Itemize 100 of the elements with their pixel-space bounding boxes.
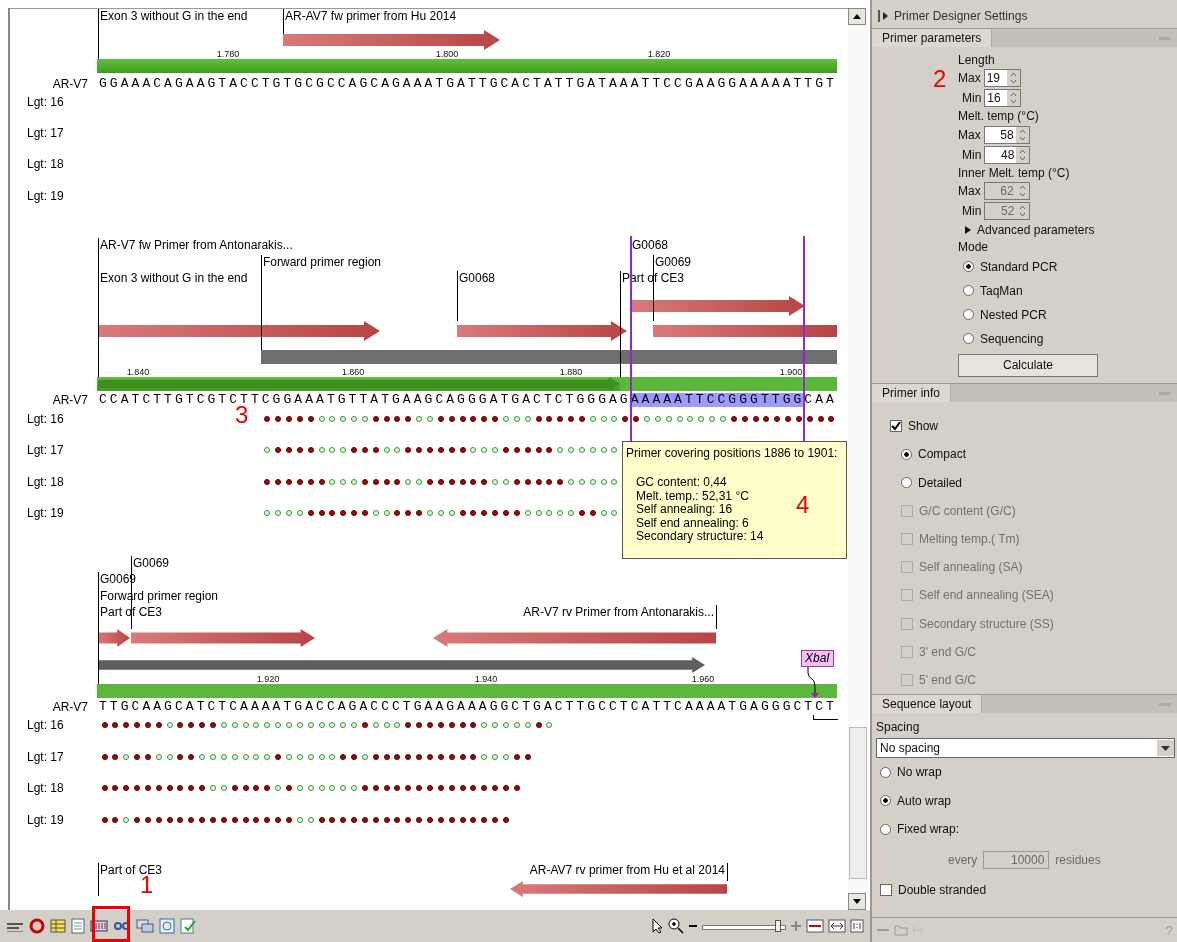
primer-dot[interactable] [101, 817, 108, 823]
feature-label[interactable]: G0068 [632, 238, 669, 252]
primer-dot[interactable] [557, 510, 564, 516]
primer-dot[interactable] [502, 785, 509, 791]
spinner-icon[interactable] [1016, 146, 1030, 163]
primer-dot[interactable] [633, 416, 640, 422]
primer-dot[interactable] [502, 754, 509, 760]
primer-dot[interactable] [188, 817, 195, 823]
primer-dot[interactable] [416, 722, 423, 728]
primer-dot[interactable] [513, 785, 520, 791]
section-tab[interactable]: Primer parameters [872, 29, 993, 47]
primer-dot[interactable] [437, 817, 444, 823]
primer-dot[interactable] [741, 416, 748, 422]
primer-dot[interactable] [578, 510, 585, 516]
primer-dot[interactable] [600, 416, 607, 422]
primer-dot[interactable] [275, 447, 282, 453]
primer-dot[interactable] [285, 754, 292, 760]
primer-dot[interactable] [210, 785, 216, 791]
primer-dot[interactable] [416, 817, 423, 823]
collapse-icon[interactable] [878, 10, 888, 22]
primer-dot[interactable] [383, 722, 390, 728]
primer-dot[interactable] [134, 722, 141, 728]
primer-dot[interactable] [242, 722, 249, 728]
history-icon[interactable] [159, 918, 175, 934]
primer-dot[interactable] [481, 479, 488, 485]
primer-dot[interactable] [774, 416, 781, 422]
zoom-in-icon[interactable] [668, 918, 684, 934]
primer-dot[interactable] [361, 479, 368, 485]
primer-dot[interactable] [448, 416, 455, 422]
primer-dot[interactable] [481, 817, 488, 823]
primer-dot[interactable] [828, 416, 835, 422]
primer-dot[interactable] [275, 416, 282, 422]
primer-dot[interactable] [275, 785, 282, 791]
primer-dot[interactable] [546, 479, 553, 485]
number-field[interactable]: 16 [984, 89, 1022, 108]
primer-dot[interactable] [654, 416, 661, 422]
primer-dot[interactable] [535, 447, 542, 453]
primer-dot[interactable] [492, 447, 499, 453]
primer-dot[interactable] [351, 754, 358, 760]
primer-dot[interactable] [144, 817, 151, 823]
primer-dot[interactable] [220, 817, 227, 823]
feature-label[interactable]: Exon 3 without G in the end [100, 9, 248, 23]
primer-dot[interactable] [144, 754, 151, 760]
primer-dot[interactable] [448, 817, 455, 823]
primer-dot[interactable] [459, 479, 466, 485]
primer-dot[interactable] [318, 416, 325, 422]
primer-dot[interactable] [351, 817, 358, 823]
primer-dot[interactable] [524, 479, 531, 485]
primer-dot[interactable] [101, 722, 108, 728]
primer-dot[interactable] [481, 416, 488, 422]
primer-dot[interactable] [361, 785, 368, 791]
primer-dot[interactable] [351, 416, 358, 422]
primer-dot[interactable] [448, 447, 455, 453]
primer-dot[interactable] [502, 447, 509, 453]
primer-dot[interactable] [416, 510, 423, 516]
primer-dot[interactable] [242, 754, 249, 760]
primer-dot[interactable] [644, 416, 650, 422]
primer-dot[interactable] [351, 510, 358, 516]
primer-dot[interactable] [199, 785, 206, 791]
document-icon[interactable] [71, 918, 85, 934]
primer-dot[interactable] [340, 785, 347, 791]
primer-dot[interactable] [329, 479, 336, 485]
primer-dot[interactable] [275, 479, 282, 485]
primer-dot[interactable] [307, 479, 314, 485]
feature-label[interactable]: G0068 [459, 271, 496, 285]
primer-dot[interactable] [188, 722, 195, 728]
primer-dot[interactable] [264, 754, 271, 760]
primer-dot[interactable] [502, 479, 509, 485]
primer-dot[interactable] [611, 447, 618, 453]
primer-dot[interactable] [730, 416, 737, 422]
primer-dot[interactable] [177, 754, 184, 760]
primer-dot[interactable] [687, 416, 694, 422]
primer-dot[interactable] [285, 510, 292, 516]
primer-dot[interactable] [568, 479, 575, 485]
primer-dot[interactable] [589, 479, 596, 485]
primer-dot[interactable] [318, 754, 325, 760]
primer-dot[interactable] [817, 416, 824, 422]
primer-dot[interactable] [112, 722, 119, 728]
feature-label[interactable]: Forward primer region [263, 255, 382, 269]
advanced-toggle[interactable]: Advanced parameters [958, 221, 1177, 239]
primer-dot[interactable] [448, 754, 455, 760]
primer-dot[interactable] [285, 447, 292, 453]
primer-dot[interactable] [318, 510, 325, 516]
feature-label[interactable]: AR-AV7 fw primer from Hu 2014 [285, 9, 457, 23]
primer-dot[interactable] [155, 754, 162, 760]
actual-size-icon[interactable] [850, 919, 864, 933]
primer-dot[interactable] [427, 479, 433, 485]
primer-dot[interactable] [329, 754, 336, 760]
primer-dot[interactable] [535, 722, 542, 728]
scroll-up-button[interactable] [848, 8, 866, 25]
primer-dot[interactable] [361, 510, 368, 516]
primer-dot[interactable] [568, 447, 575, 453]
primer-dot[interactable] [340, 817, 347, 823]
primer-dot[interactable] [361, 416, 368, 422]
primer-dot[interactable] [394, 479, 401, 485]
primer-dot[interactable] [394, 722, 401, 728]
primer-dot[interactable] [416, 479, 423, 485]
primer-dot[interactable] [253, 754, 260, 760]
primer-dot[interactable] [123, 785, 130, 791]
primer-dot[interactable] [318, 785, 325, 791]
